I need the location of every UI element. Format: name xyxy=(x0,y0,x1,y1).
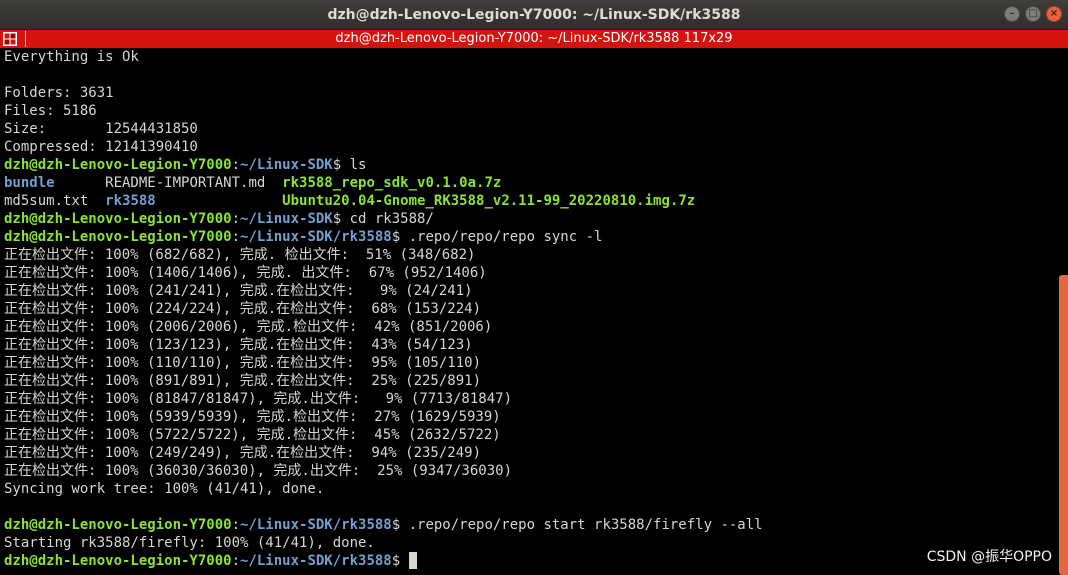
output-text: Files: 5186 xyxy=(4,103,97,119)
output-text: md5sum.txt xyxy=(4,193,106,209)
output-text: Size: 12544431850 xyxy=(4,121,198,137)
window-title: dzh@dzh-Lenovo-Legion-Y7000: ~/Linux-SDK… xyxy=(327,7,741,23)
output-text: 正在检出文件: 100% (1406/1406), 完成. 出文件: 67% (… xyxy=(4,265,487,281)
window-title-bar[interactable]: dzh@dzh-Lenovo-Legion-Y7000: ~/Linux-SDK… xyxy=(0,0,1068,30)
output-text: : xyxy=(231,157,241,173)
terminal-line: 正在检出文件: 100% (682/682), 完成. 检出文件: 51% (3… xyxy=(4,246,1054,264)
prompt-path-text: ~/Linux-SDK/rk3588 xyxy=(240,229,392,245)
prompt-path-text: ~/Linux-SDK xyxy=(240,211,333,227)
prompt-user-text: dzh@dzh-Lenovo-Legion-Y7000 xyxy=(4,553,232,569)
output-text: Syncing work tree: 100% (41/41), done. xyxy=(4,481,325,497)
terminal-line: dzh@dzh-Lenovo-Legion-Y7000:~/Linux-SDK/… xyxy=(4,552,1054,570)
output-text: 正在检出文件: 100% (5722/5722), 完成.检出文件: 45% (… xyxy=(4,427,501,443)
prompt-user-text: Ubuntu20.04-Gnome_RK3588_v2.11-99_202208… xyxy=(282,193,696,209)
close-button[interactable]: × xyxy=(1046,6,1062,22)
terminal-output[interactable]: Everything is Ok Folders: 3631 Files: 5186… xyxy=(4,48,1054,572)
terminal-line: Folders: 3631 xyxy=(4,84,1054,102)
terminal-title: dzh@dzh-Lenovo-Legion-Y7000: ~/Linux-SDK… xyxy=(335,31,733,46)
output-text: $ xyxy=(391,553,409,569)
terminal-line: dzh@dzh-Lenovo-Legion-Y7000:~/Linux-SDK/… xyxy=(4,228,1054,246)
terminal-line: bundle README-IMPORTANT.md rk3588_repo_s… xyxy=(4,174,1054,192)
output-text: Everything is Ok xyxy=(4,49,139,65)
terminal-line: Syncing work tree: 100% (41/41), done. xyxy=(4,480,1054,498)
output-text: $ cd rk3588/ xyxy=(332,211,434,227)
terminal-line: 正在检出文件: 100% (81847/81847), 完成.出文件: 9% (… xyxy=(4,390,1054,408)
csdn-watermark: CSDN @振华OPPO xyxy=(926,549,1052,565)
output-text: $ .repo/repo/repo sync -l xyxy=(391,229,603,245)
prompt-user-text: dzh@dzh-Lenovo-Legion-Y7000 xyxy=(4,229,232,245)
output-text: 正在检出文件: 100% (110/110), 完成.在检出文件: 95% (1… xyxy=(4,355,482,371)
terminal-line: dzh@dzh-Lenovo-Legion-Y7000:~/Linux-SDK$… xyxy=(4,156,1054,174)
output-text: 正在检出文件: 100% (249/249), 完成.在检出文件: 94% (2… xyxy=(4,445,482,461)
terminal-cursor xyxy=(408,552,417,569)
terminal-line: 正在检出文件: 100% (110/110), 完成.在检出文件: 95% (1… xyxy=(4,354,1054,372)
output-text: 正在检出文件: 100% (891/891), 完成.在检出文件: 25% (2… xyxy=(4,373,482,389)
output-text: : xyxy=(231,517,241,533)
terminal-line: 正在检出文件: 100% (36030/36030), 完成.出文件: 25% … xyxy=(4,462,1054,480)
terminal-line: dzh@dzh-Lenovo-Legion-Y7000:~/Linux-SDK/… xyxy=(4,516,1054,534)
output-text: README-IMPORTANT.md xyxy=(54,175,283,191)
output-text: 正在检出文件: 100% (241/241), 完成.在检出文件: 9% (24… xyxy=(4,283,473,299)
output-text: 正在检出文件: 100% (5939/5939), 完成.检出文件: 27% (… xyxy=(4,409,501,425)
terminal-line: 正在检出文件: 100% (891/891), 完成.在检出文件: 25% (2… xyxy=(4,372,1054,390)
terminal-line: md5sum.txt rk3588 Ubuntu20.04-Gnome_RK35… xyxy=(4,192,1054,210)
terminal-line: 正在检出文件: 100% (5939/5939), 完成.检出文件: 27% (… xyxy=(4,408,1054,426)
terminal-line: dzh@dzh-Lenovo-Legion-Y7000:~/Linux-SDK$… xyxy=(4,210,1054,228)
terminal-window: dzh@dzh-Lenovo-Legion-Y7000: ~/Linux-SDK… xyxy=(0,0,1068,575)
output-text: $ ls xyxy=(332,157,367,173)
prompt-path-text: ~/Linux-SDK/rk3588 xyxy=(240,553,392,569)
terminal-line: 正在检出文件: 100% (249/249), 完成.在检出文件: 94% (2… xyxy=(4,444,1054,462)
output-text: 正在检出文件: 100% (682/682), 完成. 检出文件: 51% (3… xyxy=(4,247,476,263)
prompt-path-text: ~/Linux-SDK xyxy=(240,157,333,173)
terminal-line: 正在检出文件: 100% (224/224), 完成.在检出文件: 68% (1… xyxy=(4,300,1054,318)
output-text: 正在检出文件: 100% (123/123), 完成.在检出文件: 43% (5… xyxy=(4,337,473,353)
output-text: Folders: 3631 xyxy=(4,85,114,101)
terminal-line: Everything is Ok xyxy=(4,48,1054,66)
terminal-line: Size: 12544431850 xyxy=(4,120,1054,138)
terminal-line: 正在检出文件: 100% (241/241), 完成.在检出文件: 9% (24… xyxy=(4,282,1054,300)
terminal-line: 正在检出文件: 100% (2006/2006), 完成.检出文件: 42% (… xyxy=(4,318,1054,336)
scrollbar-thumb[interactable] xyxy=(1059,275,1068,575)
terminal-line: Starting rk3588/firefly: 100% (41/41), d… xyxy=(4,534,1054,552)
window-controls: – □ × xyxy=(1004,6,1062,22)
terminal-line: 正在检出文件: 100% (5722/5722), 完成.检出文件: 45% (… xyxy=(4,426,1054,444)
prompt-path-text: ~/Linux-SDK/rk3588 xyxy=(240,517,392,533)
output-text: Starting rk3588/firefly: 100% (41/41), d… xyxy=(4,535,375,551)
prompt-user-text: dzh@dzh-Lenovo-Legion-Y7000 xyxy=(4,157,232,173)
minimize-button[interactable]: – xyxy=(1004,6,1020,22)
prompt-path-text: rk3588 xyxy=(105,193,156,209)
output-text: $ .repo/repo/repo start rk3588/firefly -… xyxy=(391,517,763,533)
terminal-line: Files: 5186 xyxy=(4,102,1054,120)
terminal-line: 正在检出文件: 100% (1406/1406), 完成. 出文件: 67% (… xyxy=(4,264,1054,282)
terminal-line: Compressed: 12141390410 xyxy=(4,138,1054,156)
output-text: : xyxy=(231,211,241,227)
output-text: : xyxy=(231,229,241,245)
output-text: Compressed: 12141390410 xyxy=(4,139,198,155)
output-text: 正在检出文件: 100% (36030/36030), 完成.出文件: 25% … xyxy=(4,463,513,479)
output-text: 正在检出文件: 100% (224/224), 完成.在检出文件: 68% (1… xyxy=(4,301,482,317)
prompt-path-text: bundle xyxy=(4,175,55,191)
prompt-user-text: rk3588_repo_sdk_v0.1.0a.7z xyxy=(282,175,502,191)
terminal-title-bar: dzh@dzh-Lenovo-Legion-Y7000: ~/Linux-SDK… xyxy=(0,30,1068,48)
output-text: : xyxy=(231,553,241,569)
prompt-user-text: dzh@dzh-Lenovo-Legion-Y7000 xyxy=(4,517,232,533)
output-text: 正在检出文件: 100% (2006/2006), 完成.检出文件: 42% (… xyxy=(4,319,493,335)
maximize-button[interactable]: □ xyxy=(1025,6,1041,22)
terminal-line: 正在检出文件: 100% (123/123), 完成.在检出文件: 43% (5… xyxy=(4,336,1054,354)
output-text: 正在检出文件: 100% (81847/81847), 完成.出文件: 9% (… xyxy=(4,391,513,407)
prompt-user-text: dzh@dzh-Lenovo-Legion-Y7000 xyxy=(4,211,232,227)
